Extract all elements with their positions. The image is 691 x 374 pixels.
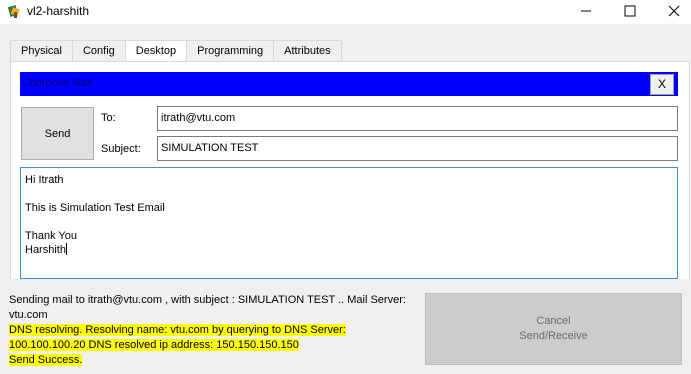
status-line-highlighted: DNS resolving. Resolving name: vtu.com b… xyxy=(9,323,419,338)
status-highlight-text: DNS resolving. Resolving name: vtu.com b… xyxy=(9,324,346,336)
status-line: vtu.com xyxy=(9,309,48,321)
main-panel: Physical Config Desktop Programming Attr… xyxy=(0,24,691,374)
status-line: Sending mail to itrath@vtu.com , with su… xyxy=(9,294,406,306)
send-receive-button[interactable]: Cancel Send/Receive xyxy=(425,293,682,365)
tab-desktop[interactable]: Desktop xyxy=(124,40,188,64)
minimize-icon xyxy=(580,5,592,20)
subject-field[interactable]: SIMULATION TEST xyxy=(157,136,678,161)
subject-label: Subject: xyxy=(101,143,141,155)
status-highlight-text: 100.100.100.20 DNS resolved ip address: … xyxy=(9,339,299,351)
maximize-button[interactable] xyxy=(607,0,653,24)
body-line-last: Harshith xyxy=(25,243,673,257)
body-line: Hi Itrath xyxy=(25,174,64,186)
tab-attributes[interactable]: Attributes xyxy=(273,40,342,62)
send-button[interactable]: Send xyxy=(21,107,94,160)
compose-mail-header: Compose Mail X xyxy=(20,72,678,96)
tab-bar: Physical Config Desktop Programming Attr… xyxy=(10,40,342,64)
body-line-text: Harshith xyxy=(25,244,66,256)
to-label: To: xyxy=(101,112,116,124)
status-line-highlighted: Send Success. xyxy=(9,353,419,368)
tab-programming[interactable]: Programming xyxy=(186,40,275,62)
body-line xyxy=(25,187,673,201)
body-line xyxy=(25,215,673,229)
text-caret xyxy=(65,243,67,255)
to-field[interactable]: itrath@vtu.com xyxy=(157,106,678,131)
pc-app-icon xyxy=(7,3,23,19)
tab-physical[interactable]: Physical xyxy=(10,40,73,62)
message-body-textarea[interactable]: Hi Itrath This is Simulation Test Email … xyxy=(20,167,678,279)
body-line: This is Simulation Test Email xyxy=(25,202,165,214)
maximize-icon xyxy=(624,5,636,20)
status-line-highlighted: 100.100.100.20 DNS resolved ip address: … xyxy=(9,338,419,353)
close-icon xyxy=(668,5,680,20)
window-title: vl2-harshith xyxy=(27,4,90,18)
compose-close-button[interactable]: X xyxy=(650,74,674,95)
title-bar: vl2-harshith xyxy=(0,0,691,24)
minimize-button[interactable] xyxy=(563,0,609,24)
compose-mail-title: Compose Mail xyxy=(22,77,93,89)
status-highlight-text: Send Success. xyxy=(9,354,83,366)
close-window-button[interactable] xyxy=(651,0,691,24)
send-receive-cancel-label: Cancel xyxy=(536,315,571,327)
body-line: Thank You xyxy=(25,230,77,242)
send-receive-label: Send/Receive xyxy=(519,330,588,342)
status-log: Sending mail to itrath@vtu.com , with su… xyxy=(9,293,419,368)
tab-config[interactable]: Config xyxy=(71,40,126,62)
